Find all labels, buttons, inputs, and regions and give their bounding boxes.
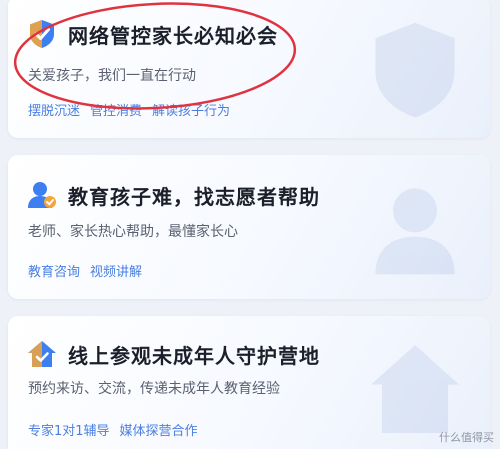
shield-watermark-icon: [375, 22, 455, 118]
corner-watermark: 什么值得买: [439, 431, 494, 444]
shield-check-icon: [30, 20, 54, 48]
card-volunteer-help[interactable]: 教育孩子难，找志愿者帮助 老师、家长热心帮助，最懂家长心 教育咨询 视频讲解: [8, 155, 490, 299]
tag-link[interactable]: 专家1对1辅导: [28, 420, 110, 439]
tag-link[interactable]: 管控消费: [90, 100, 142, 119]
tag-list: 专家1对1辅导 媒体探营合作: [28, 420, 198, 439]
tag-link[interactable]: 媒体探营合作: [120, 420, 198, 439]
tag-link[interactable]: 视频讲解: [90, 261, 142, 280]
card-subtitle: 老师、家长热心帮助，最懂家长心: [28, 224, 238, 240]
tag-list: 摆脱沉迷 管控消费 解读孩子行为: [28, 100, 230, 119]
card-guardian-camp[interactable]: 线上参观未成年人守护营地 预约来访、交流，传递未成年人教育经验 专家1对1辅导 …: [8, 316, 490, 449]
home-check-icon: [28, 341, 56, 367]
tag-link[interactable]: 解读孩子行为: [152, 100, 230, 119]
person-badge-icon: [28, 182, 56, 208]
tag-list: 教育咨询 视频讲解: [28, 261, 142, 280]
tag-link[interactable]: 教育咨询: [28, 261, 80, 280]
card-title: 教育孩子难，找志愿者帮助: [68, 184, 320, 209]
tag-link[interactable]: 摆脱沉迷: [28, 100, 80, 119]
card-subtitle: 关爱孩子，我们一直在行动: [28, 68, 196, 84]
card-subtitle: 预约来访、交流，传递未成年人教育经验: [28, 381, 280, 397]
card-title-row: 网络管控家长必知必会: [26, 18, 278, 50]
person-watermark-icon: [375, 188, 455, 275]
card-parental-control[interactable]: 网络管控家长必知必会 关爱孩子，我们一直在行动 摆脱沉迷 管控消费 解读孩子行为: [8, 0, 490, 138]
card-title-row: 线上参观未成年人守护营地: [26, 338, 320, 370]
card-title: 网络管控家长必知必会: [68, 23, 278, 48]
card-title-row: 教育孩子难，找志愿者帮助: [26, 179, 320, 211]
home-watermark-icon: [371, 345, 459, 433]
card-title: 线上参观未成年人守护营地: [68, 343, 320, 368]
